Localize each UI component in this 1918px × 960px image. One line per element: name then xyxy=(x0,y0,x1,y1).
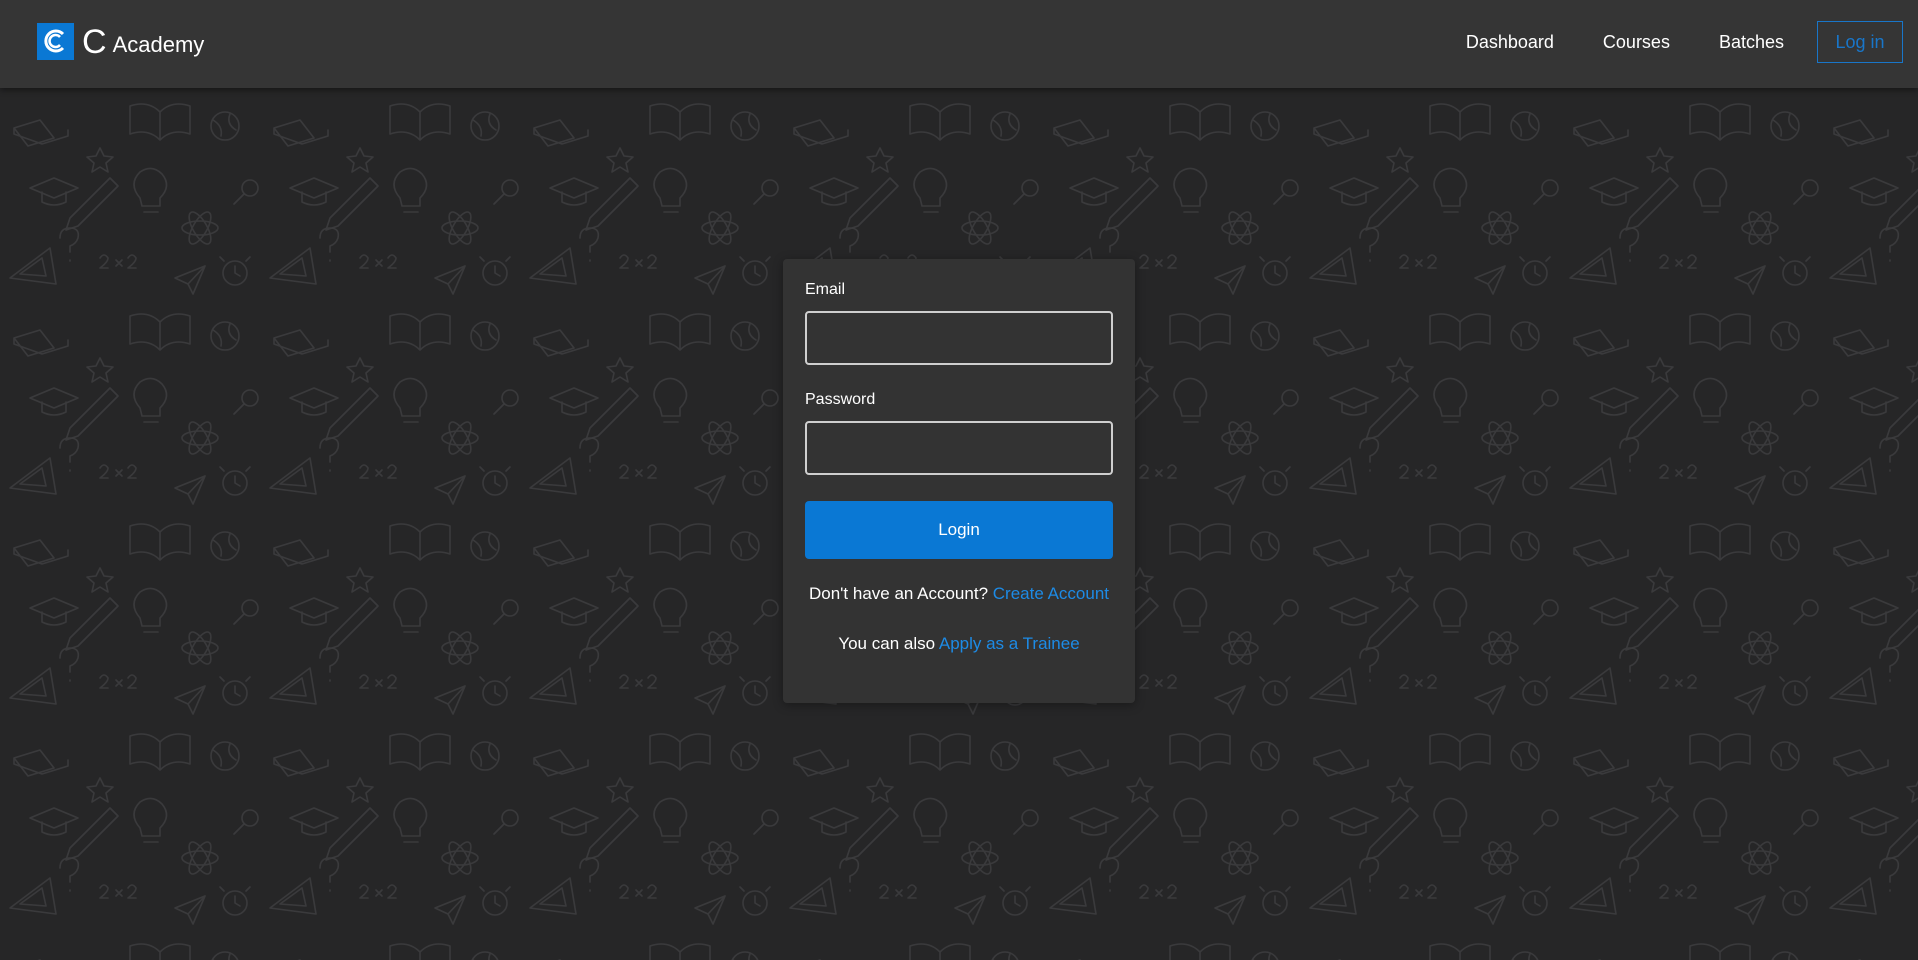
nav-link-courses[interactable]: Courses xyxy=(1603,32,1670,53)
c-academy-logo-icon xyxy=(37,22,74,60)
create-account-line: Don't have an Account? Create Account xyxy=(783,584,1135,604)
nav-link-dashboard[interactable]: Dashboard xyxy=(1466,32,1554,53)
brand[interactable]: C Academy xyxy=(37,21,204,61)
create-account-link[interactable]: Create Account xyxy=(993,584,1109,603)
apply-trainee-link[interactable]: Apply as a Trainee xyxy=(939,634,1080,653)
nav-links: Dashboard Courses Batches Log in xyxy=(1417,20,1903,64)
also-text: You can also xyxy=(838,634,936,653)
brand-name: Academy xyxy=(112,32,205,57)
page: C Academy Dashboard Courses Batches Log … xyxy=(0,0,1918,960)
email-field[interactable] xyxy=(805,311,1113,365)
login-card: Email Password Login Don't have an Accou… xyxy=(783,259,1135,703)
no-account-text: Don't have an Account? xyxy=(808,584,989,603)
password-label: Password xyxy=(805,391,876,408)
nav-link-batches[interactable]: Batches xyxy=(1719,32,1784,53)
apply-trainee-line: You can also Apply as a Trainee xyxy=(783,634,1135,654)
brand-letter: C xyxy=(82,23,107,61)
top-navbar: C Academy Dashboard Courses Batches Log … xyxy=(0,0,1918,88)
nav-login-button[interactable]: Log in xyxy=(1817,21,1903,63)
email-label: Email xyxy=(805,281,846,298)
login-button[interactable]: Login xyxy=(805,501,1113,559)
password-field[interactable] xyxy=(805,421,1113,475)
